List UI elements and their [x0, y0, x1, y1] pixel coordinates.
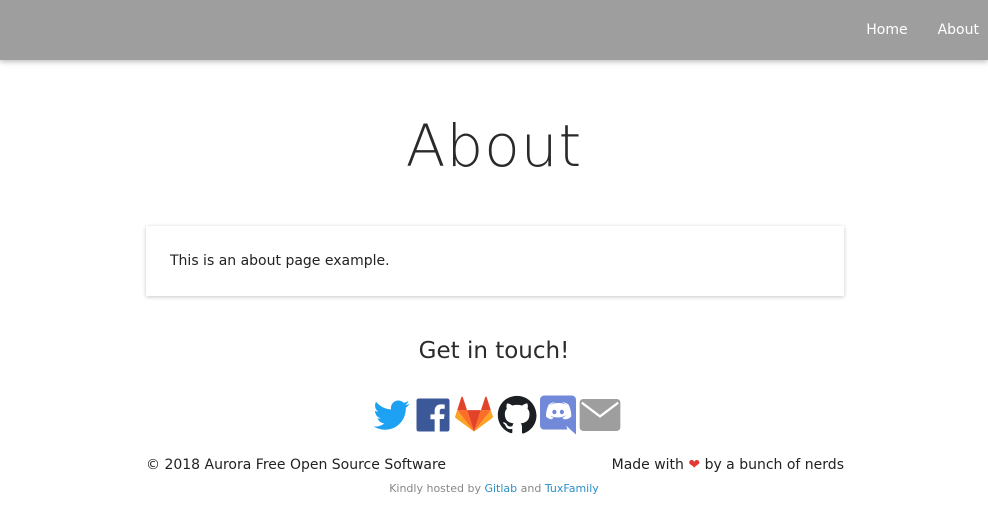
- github-icon: [497, 395, 537, 434]
- page-title: About: [405, 112, 583, 180]
- gitlab-icon: [455, 396, 493, 432]
- social-links: [372, 394, 624, 436]
- email-link[interactable]: [579, 399, 621, 431]
- facebook-link[interactable]: [415, 397, 451, 433]
- facebook-icon: [416, 398, 450, 432]
- nav-links: Home About: [836, 0, 979, 60]
- footer-copyright: © 2018 Aurora Free Open Source Software: [146, 457, 447, 473]
- hosted-prefix: Kindly hosted by: [389, 482, 481, 495]
- heart-icon: ❤: [688, 457, 701, 473]
- twitter-link[interactable]: [372, 397, 412, 433]
- gitlab-hosting-link[interactable]: Gitlab: [484, 482, 517, 495]
- email-icon: [579, 399, 621, 431]
- gitlab-link[interactable]: [454, 396, 494, 434]
- contact-heading: Get in touch!: [418, 338, 570, 364]
- twitter-icon: [373, 400, 410, 430]
- about-card: This is an about page example.: [146, 226, 844, 296]
- hosted-by: Kindly hosted by Gitlab and TuxFamily: [0, 482, 988, 495]
- footer-made-with: Made with ❤ by a bunch of nerds: [612, 457, 844, 473]
- navbar: Home About: [0, 0, 988, 60]
- nav-link-about[interactable]: About: [938, 22, 979, 38]
- nav-link-home[interactable]: Home: [866, 22, 907, 38]
- discord-icon: [540, 395, 576, 435]
- hosted-and: and: [520, 482, 542, 495]
- discord-link[interactable]: [540, 395, 576, 435]
- made-with-prefix: Made with: [611, 457, 684, 473]
- about-card-text: This is an about page example.: [170, 253, 390, 269]
- tuxfamily-hosting-link[interactable]: TuxFamily: [545, 482, 599, 495]
- github-link[interactable]: [497, 395, 537, 435]
- made-with-suffix: by a bunch of nerds: [704, 457, 844, 473]
